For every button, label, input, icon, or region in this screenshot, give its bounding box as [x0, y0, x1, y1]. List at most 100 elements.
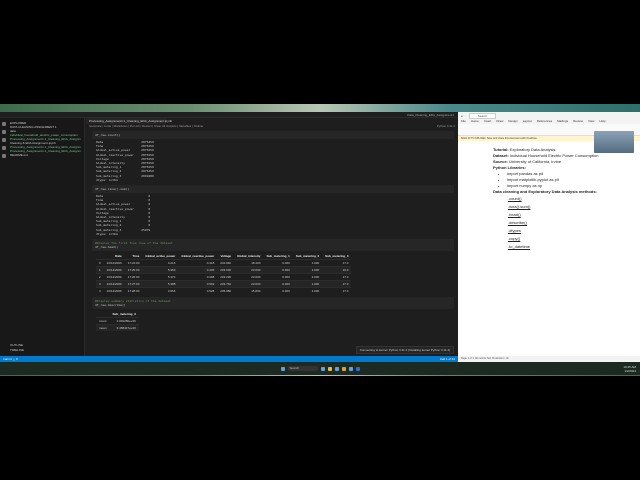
document-body[interactable]: Tutorial: Exploratory Data Analysis Data… — [458, 141, 640, 251]
table-cell: 1.000 — [292, 280, 323, 288]
status-cell[interactable]: Cell 1 of 34 — [440, 357, 455, 361]
ribbon-tab[interactable]: File — [461, 119, 466, 124]
table-cell: 5.374 — [142, 273, 179, 281]
table-row: 1 16/12/2006 17:25:00 5.360 0.436 233.630 23.0… — [96, 266, 352, 274]
method-item: .to_datetime — [508, 244, 531, 249]
edge-icon[interactable] — [334, 366, 339, 371]
methods-label: Data cleaning and Exploratory Data Analy… — [493, 189, 597, 194]
generate-button[interactable]: Generate — [89, 124, 102, 128]
ribbon-tab[interactable]: Insert — [484, 119, 492, 124]
taskbar: Search 10:25 AM 1/2/2024 — [0, 362, 640, 375]
table-cell: 0.498 — [178, 273, 218, 281]
table-cell: 1 — [96, 266, 104, 274]
table-row: mean 6.458447e+00 — [96, 324, 139, 332]
clock-date: 1/2/2024 — [624, 369, 636, 373]
table-cell: 17:24:00 — [124, 259, 143, 267]
code-cell[interactable]: df_raw.isna().sum() — [92, 185, 454, 194]
method-item: .head() — [508, 212, 521, 217]
file-item[interactable]: README.md — [10, 153, 81, 157]
table-cell: 16/12/2006 — [103, 259, 125, 267]
ribbon-tab[interactable]: Home — [471, 119, 479, 124]
cell-code[interactable]: df_raw.describe() — [95, 303, 451, 307]
outline-button[interactable]: Outline — [194, 124, 204, 128]
kernel-notification[interactable]: Connecting to kernel: Python 3.11.4 (Ins… — [355, 346, 454, 354]
add-markdown-button[interactable]: Markdown — [114, 124, 128, 128]
word-search-box[interactable]: Search — [468, 112, 497, 119]
table-cell: 0.418 — [178, 259, 218, 267]
vscode-icon[interactable] — [348, 366, 353, 371]
method-item: .count() — [508, 196, 522, 201]
dataset-label: Dataset: — [493, 153, 509, 158]
table-cell: 16/12/2006 — [103, 280, 125, 288]
cell-code[interactable]: df_raw.isna().sum() — [95, 187, 129, 191]
tutorial-text: Exploratory Data Analysis — [509, 147, 556, 152]
table-cell: 4.216 — [142, 259, 179, 267]
table-cell: 17.0 — [322, 273, 352, 281]
table-cell: 3.666 — [142, 287, 179, 295]
table-cell: 0.436 — [178, 266, 218, 274]
word-titlebar: ● Search — [458, 112, 640, 119]
ribbon-tab[interactable]: Layout — [523, 119, 532, 124]
timeline-section[interactable]: TIMELINE — [10, 348, 24, 352]
outline-section[interactable]: OUTLINE — [10, 343, 23, 347]
explorer-icon[interactable] — [1, 122, 6, 126]
taskbar-search[interactable]: Search — [287, 366, 318, 371]
kernel-picker[interactable]: Python 3.11.4 — [437, 124, 455, 128]
ribbon-tab[interactable]: Design — [508, 119, 517, 124]
ribbon-tab[interactable]: Review — [573, 119, 583, 124]
notebook-toolbar: Generate | Code | Markdown | Run All | R… — [89, 124, 455, 128]
table-cell: 0.000 — [263, 273, 293, 281]
table-cell: 234.840 — [217, 259, 235, 267]
table-cell: 1.000 — [292, 266, 323, 274]
search-icon[interactable] — [1, 130, 6, 134]
table-cell: 0.000 — [263, 266, 293, 274]
table-cell: 23.000 — [234, 273, 264, 281]
source-text: University of California, Irvine — [509, 159, 562, 164]
restart-button[interactable]: Restart — [142, 124, 152, 128]
window-title: Data_Cleaning_EDA_Assignment1 — [407, 112, 454, 117]
table-cell: 0.000 — [263, 287, 293, 295]
cell-code[interactable]: df_raw.head() — [95, 245, 451, 249]
table-cell: 0.000 — [263, 259, 293, 267]
start-icon[interactable] — [280, 366, 285, 371]
table-cell: 18.400 — [234, 259, 264, 267]
ribbon-tab[interactable]: View — [588, 119, 594, 124]
ribbon-tab[interactable]: Draw — [496, 119, 503, 124]
table-cell: 5.360 — [142, 266, 179, 274]
code-cell[interactable]: #Display summary statistics of the datas… — [92, 297, 454, 310]
chrome-icon[interactable] — [341, 366, 346, 371]
autosave-toggle[interactable]: ● — [461, 114, 463, 118]
cell-output: Date 0 Time 0 Global_active_power 0 Glob… — [96, 194, 151, 236]
file-explorer-icon[interactable] — [327, 366, 332, 371]
ribbon-tab[interactable]: Mailings — [557, 119, 568, 124]
cell-code[interactable]: df_raw.count() — [95, 133, 120, 137]
dataset-text: Individual Household Electric Power Cons… — [509, 153, 599, 158]
status-branch[interactable]: main 0 △ 0 — [3, 357, 18, 361]
webcam-overlay — [594, 131, 634, 153]
clock[interactable]: 10:25 AM 1/2/2024 — [623, 365, 636, 373]
table-cell: 6.458447e+00 — [109, 324, 139, 332]
ribbon-tab[interactable]: References — [537, 119, 552, 124]
variables-button[interactable]: Variables — [179, 124, 191, 128]
app-icon[interactable] — [320, 366, 325, 371]
table-cell: 17.0 — [322, 287, 352, 295]
word-icon[interactable] — [355, 366, 360, 371]
add-code-button[interactable]: Code — [104, 124, 111, 128]
source-control-icon[interactable] — [1, 138, 6, 142]
table-cell: 4 — [96, 287, 104, 295]
vscode-window: Data_Cleaning_EDA_Assignment1 EXPLORER D… — [0, 112, 458, 362]
ribbon-tab[interactable]: Help — [599, 119, 605, 124]
run-debug-icon[interactable] — [1, 146, 6, 150]
table-row: 2 16/12/2006 17:26:00 5.374 0.498 233.290 23.0… — [96, 273, 352, 281]
code-cell[interactable]: #Display the first five rows of the data… — [92, 239, 454, 252]
table-row: 3 16/12/2006 17:27:00 5.388 0.502 233.740 23.0… — [96, 280, 352, 288]
run-all-button[interactable]: Run All — [130, 124, 140, 128]
table-cell: 0.528 — [178, 287, 218, 295]
tab-label: Processing_Assignment1.1_Cleaning_EDA_As… — [89, 119, 173, 123]
code-cell[interactable]: df_raw.count() — [92, 131, 454, 139]
method-item: .isna().sum() — [508, 204, 531, 209]
clear-outputs-button[interactable]: Clear All Outputs — [154, 124, 177, 128]
table-cell: mean — [96, 324, 110, 332]
extensions-icon[interactable] — [1, 154, 6, 158]
describe-table: Sub_metering_3 count 2.049280e+06 mean 6.45… — [96, 311, 139, 332]
